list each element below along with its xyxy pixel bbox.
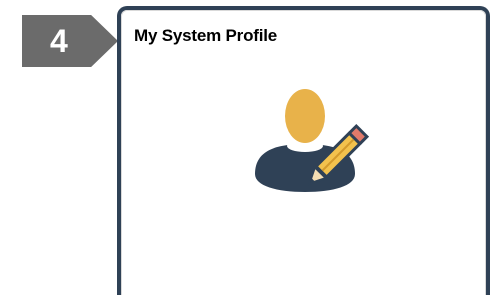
step-number: 4 [50,23,68,59]
my-system-profile-tile[interactable]: My System Profile [117,6,490,295]
user-profile-edit-icon [255,89,369,192]
tile-title: My System Profile [134,26,278,45]
step-number-badge: 4 [22,15,118,67]
